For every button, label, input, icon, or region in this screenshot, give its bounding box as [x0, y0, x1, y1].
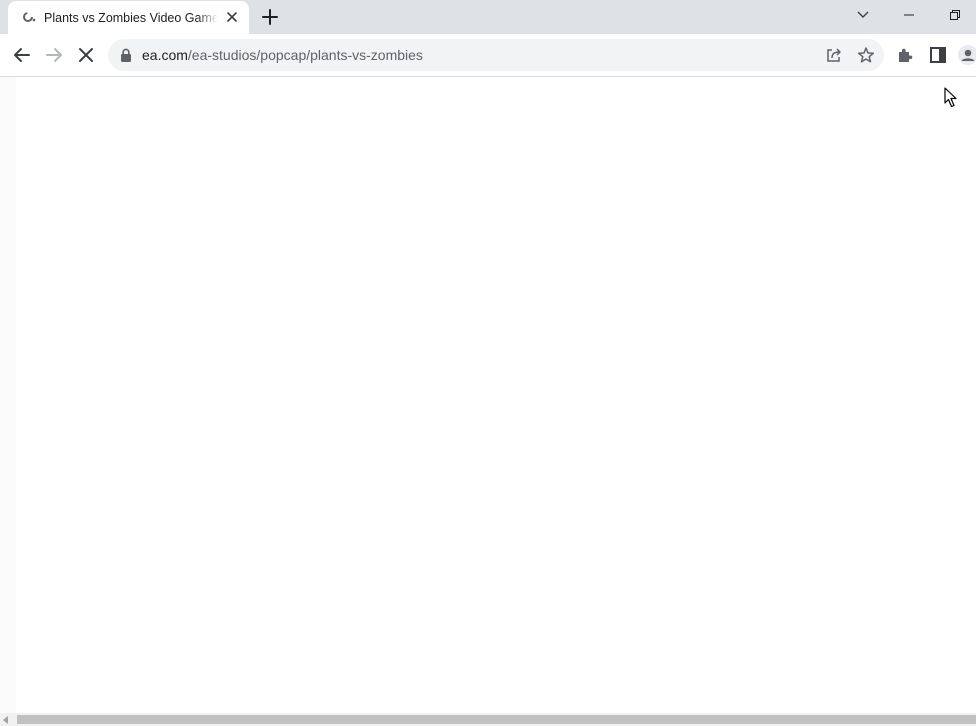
arrow-right-icon[interactable] [42, 43, 66, 67]
tab-title: Plants vs Zombies Video Games [44, 11, 218, 25]
mouse-cursor-icon [944, 87, 957, 108]
minimize-button[interactable] [886, 0, 932, 30]
url-path: /ea-studios/popcap/plants-vs-zombies [187, 47, 423, 63]
stop-loading-icon[interactable] [74, 43, 98, 67]
share-icon[interactable] [825, 46, 843, 64]
close-icon[interactable] [224, 9, 240, 25]
lock-icon[interactable] [120, 48, 132, 62]
profile-icon[interactable] [956, 43, 976, 67]
plus-icon[interactable] [259, 6, 281, 28]
loading-spinner-icon [23, 12, 36, 22]
url-domain: ea.com [142, 47, 188, 63]
minimize-icon [904, 14, 914, 16]
chevron-down-icon [857, 11, 869, 18]
browser-window: Plants vs Zombies Video Games ea.com/ea-… [0, 0, 976, 726]
side-panel-icon[interactable] [926, 43, 950, 67]
horizontal-scrollbar[interactable] [0, 713, 976, 726]
puzzle-icon[interactable] [894, 43, 918, 67]
url-text[interactable]: ea.com/ea-studios/popcap/plants-vs-zombi… [142, 47, 423, 63]
page-content [0, 77, 976, 713]
toolbar: ea.com/ea-studios/popcap/plants-vs-zombi… [0, 34, 976, 77]
tab-strip: Plants vs Zombies Video Games [0, 0, 976, 34]
tab-active[interactable]: Plants vs Zombies Video Games [8, 1, 249, 34]
scrollbar-thumb[interactable] [17, 715, 976, 724]
restore-icon [950, 10, 960, 20]
restore-button[interactable] [932, 0, 976, 30]
tab-search-button[interactable] [840, 0, 886, 30]
star-icon[interactable] [857, 46, 875, 64]
address-bar[interactable]: ea.com/ea-studios/popcap/plants-vs-zombi… [108, 39, 884, 71]
arrow-left-icon[interactable] [10, 43, 34, 67]
scroll-left-arrow-icon[interactable] [3, 716, 8, 724]
content-gutter [0, 77, 16, 713]
